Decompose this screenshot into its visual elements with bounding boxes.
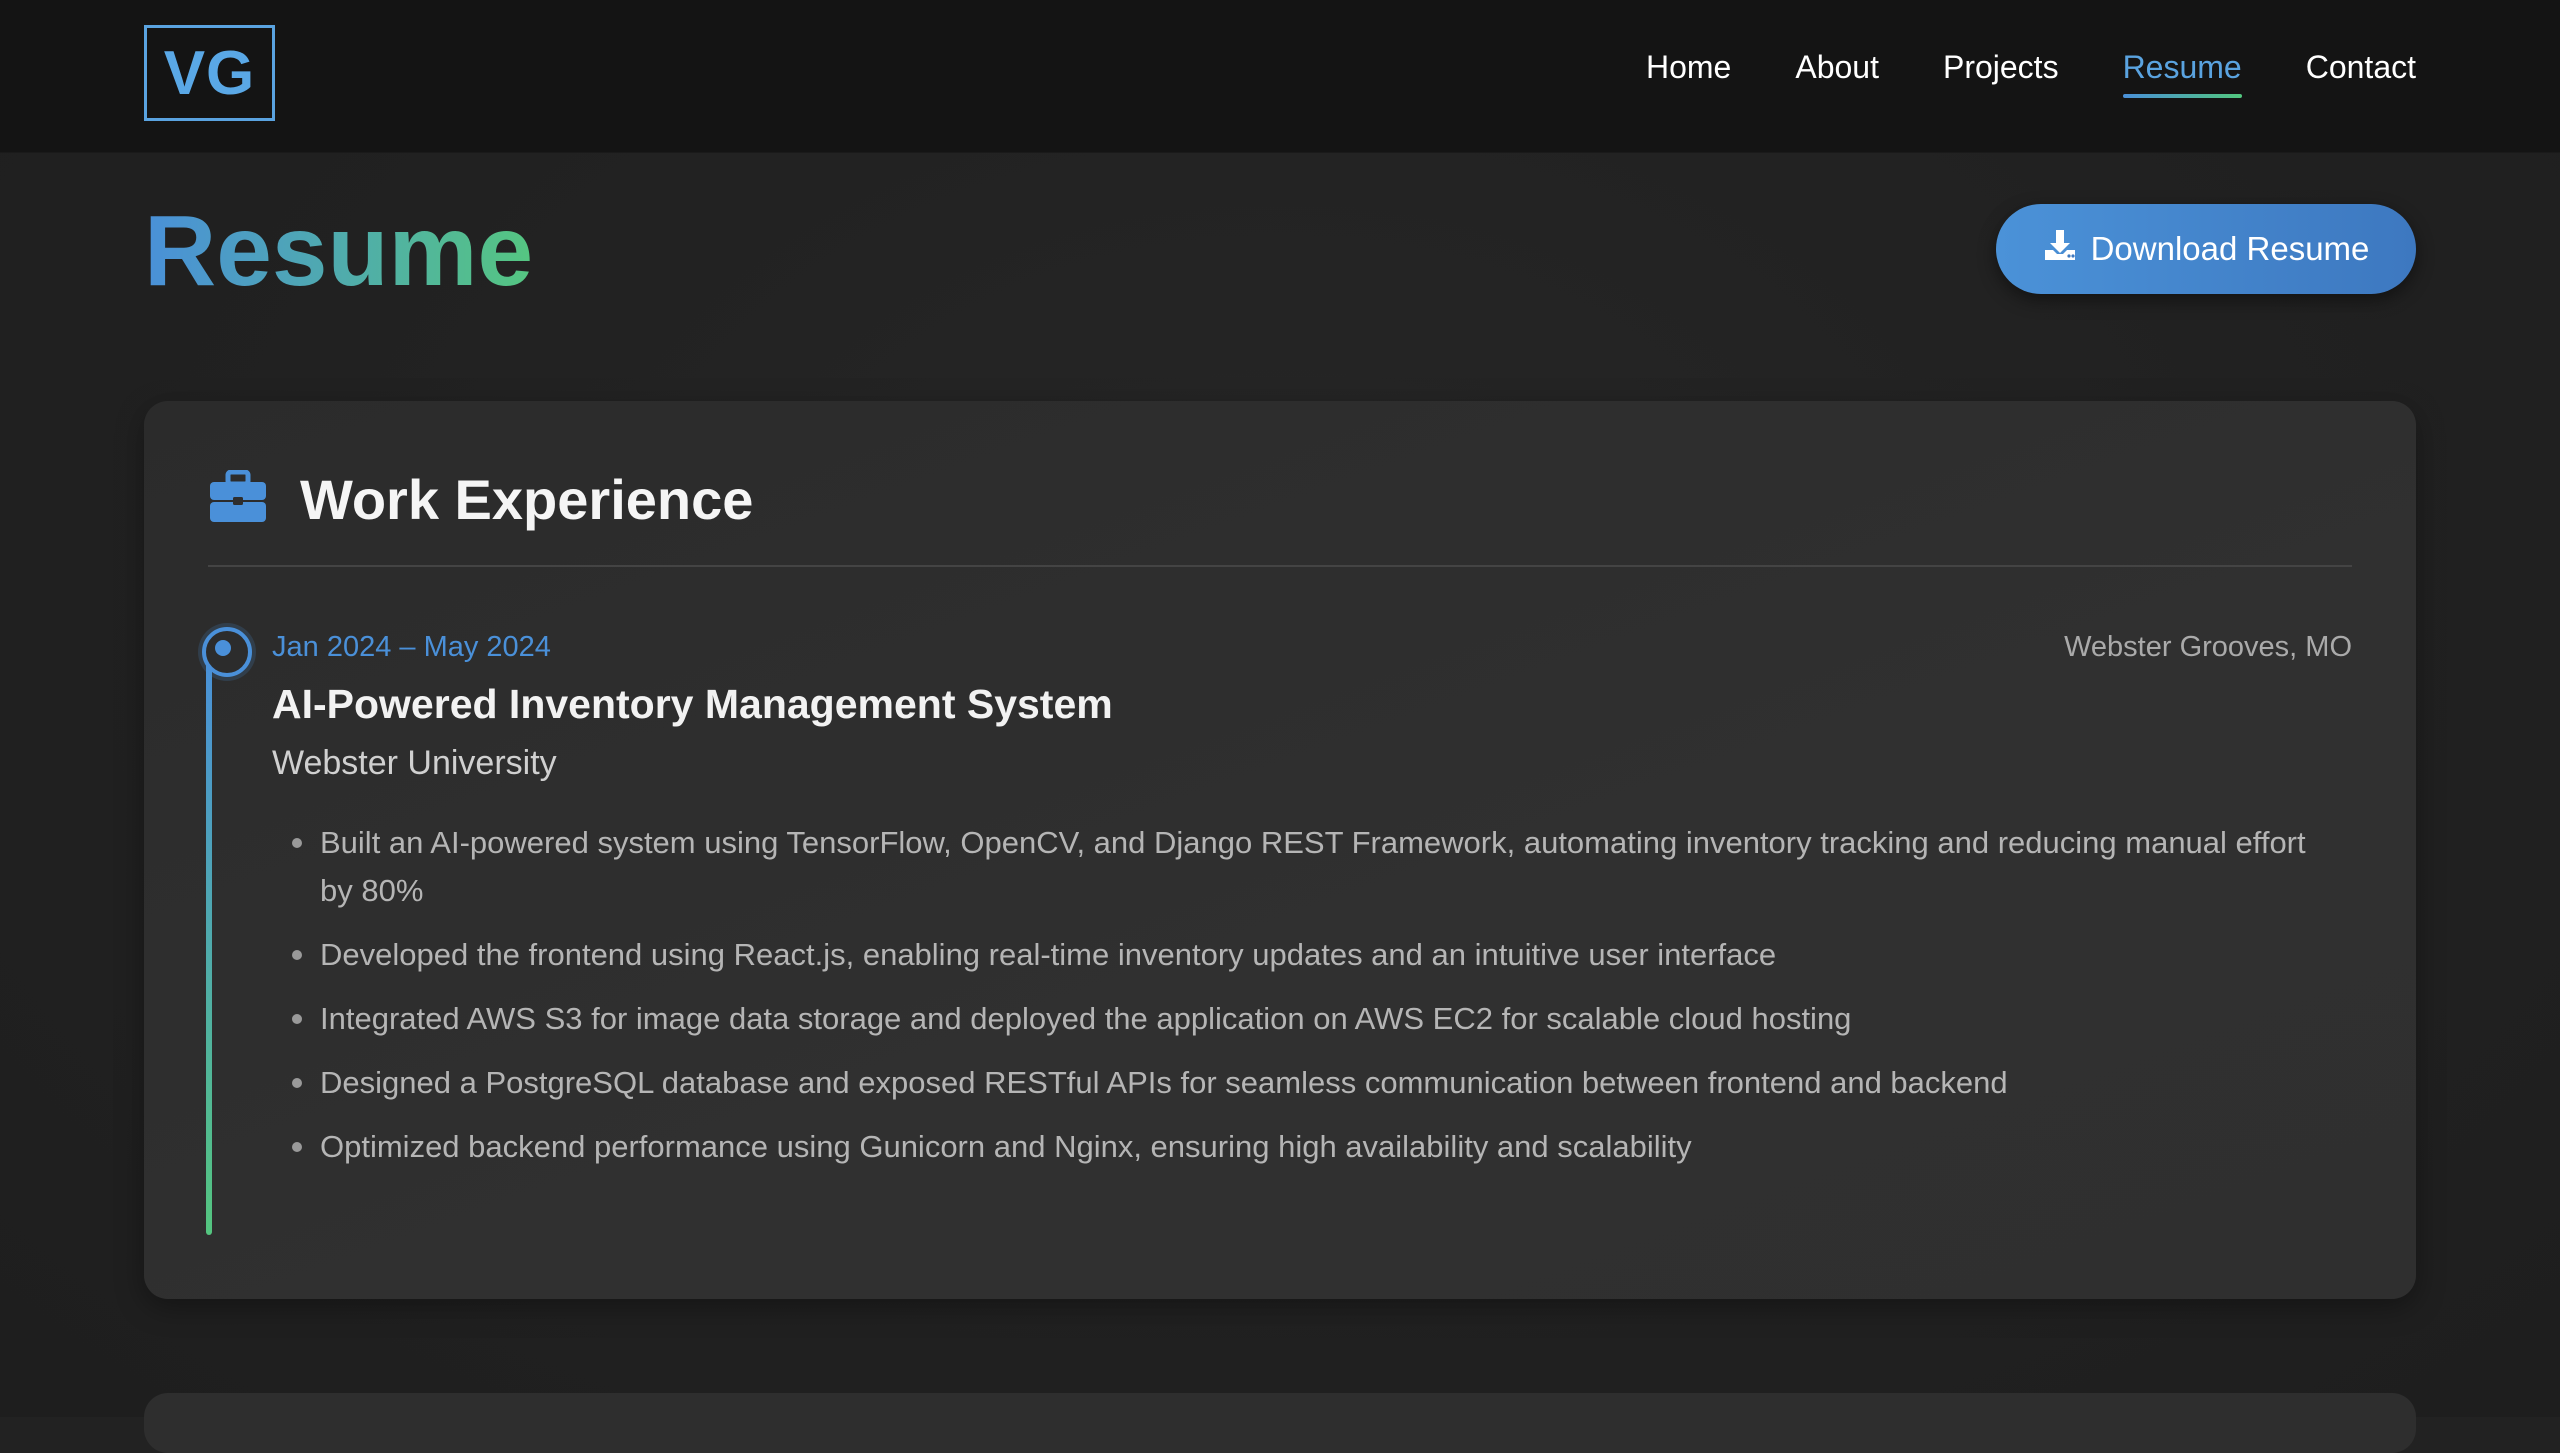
nav-links: Home About Projects Resume Contact — [1646, 48, 2416, 99]
download-resume-button[interactable]: Download Resume — [1996, 204, 2416, 294]
entry-organization: Webster University — [272, 744, 557, 782]
work-experience-header: Work Experience — [208, 467, 753, 532]
list-item: Integrated AWS S3 for image data storage… — [292, 995, 2340, 1043]
site-logo[interactable]: VG — [144, 25, 275, 121]
entry-title: AI-Powered Inventory Management System — [272, 681, 1113, 727]
navbar: VG Home About Projects Resume Contact — [0, 0, 2560, 153]
entry-bullets: Built an AI-powered system using TensorF… — [292, 819, 2340, 1187]
entry-date: Jan 2024 – May 2024 — [272, 631, 551, 663]
nav-link-contact[interactable]: Contact — [2306, 48, 2416, 96]
section-title: Work Experience — [300, 468, 754, 531]
list-item: Built an AI-powered system using TensorF… — [292, 819, 2340, 915]
download-icon — [2043, 228, 2077, 270]
nav-link-resume[interactable]: Resume — [2122, 48, 2242, 99]
briefcase-icon — [208, 469, 268, 529]
list-item: Designed a PostgreSQL database and expos… — [292, 1059, 2340, 1107]
work-experience-card: Work Experience Jan 2024 – May 2024 Webs… — [144, 401, 2416, 1299]
entry-location: Webster Grooves, MO — [2064, 631, 2352, 663]
page-title: Resume — [144, 195, 534, 307]
nav-link-projects[interactable]: Projects — [1943, 48, 2059, 96]
nav-link-about[interactable]: About — [1795, 48, 1879, 96]
next-section-card — [144, 1393, 2416, 1453]
download-resume-label: Download Resume — [2090, 230, 2370, 267]
timeline-line — [206, 653, 212, 1235]
timeline-dot-icon — [202, 627, 252, 677]
list-item: Developed the frontend using React.js, e… — [292, 931, 2340, 979]
section-divider — [208, 565, 2352, 567]
list-item: Optimized backend performance using Guni… — [292, 1123, 2340, 1171]
nav-link-home[interactable]: Home — [1646, 48, 1731, 96]
